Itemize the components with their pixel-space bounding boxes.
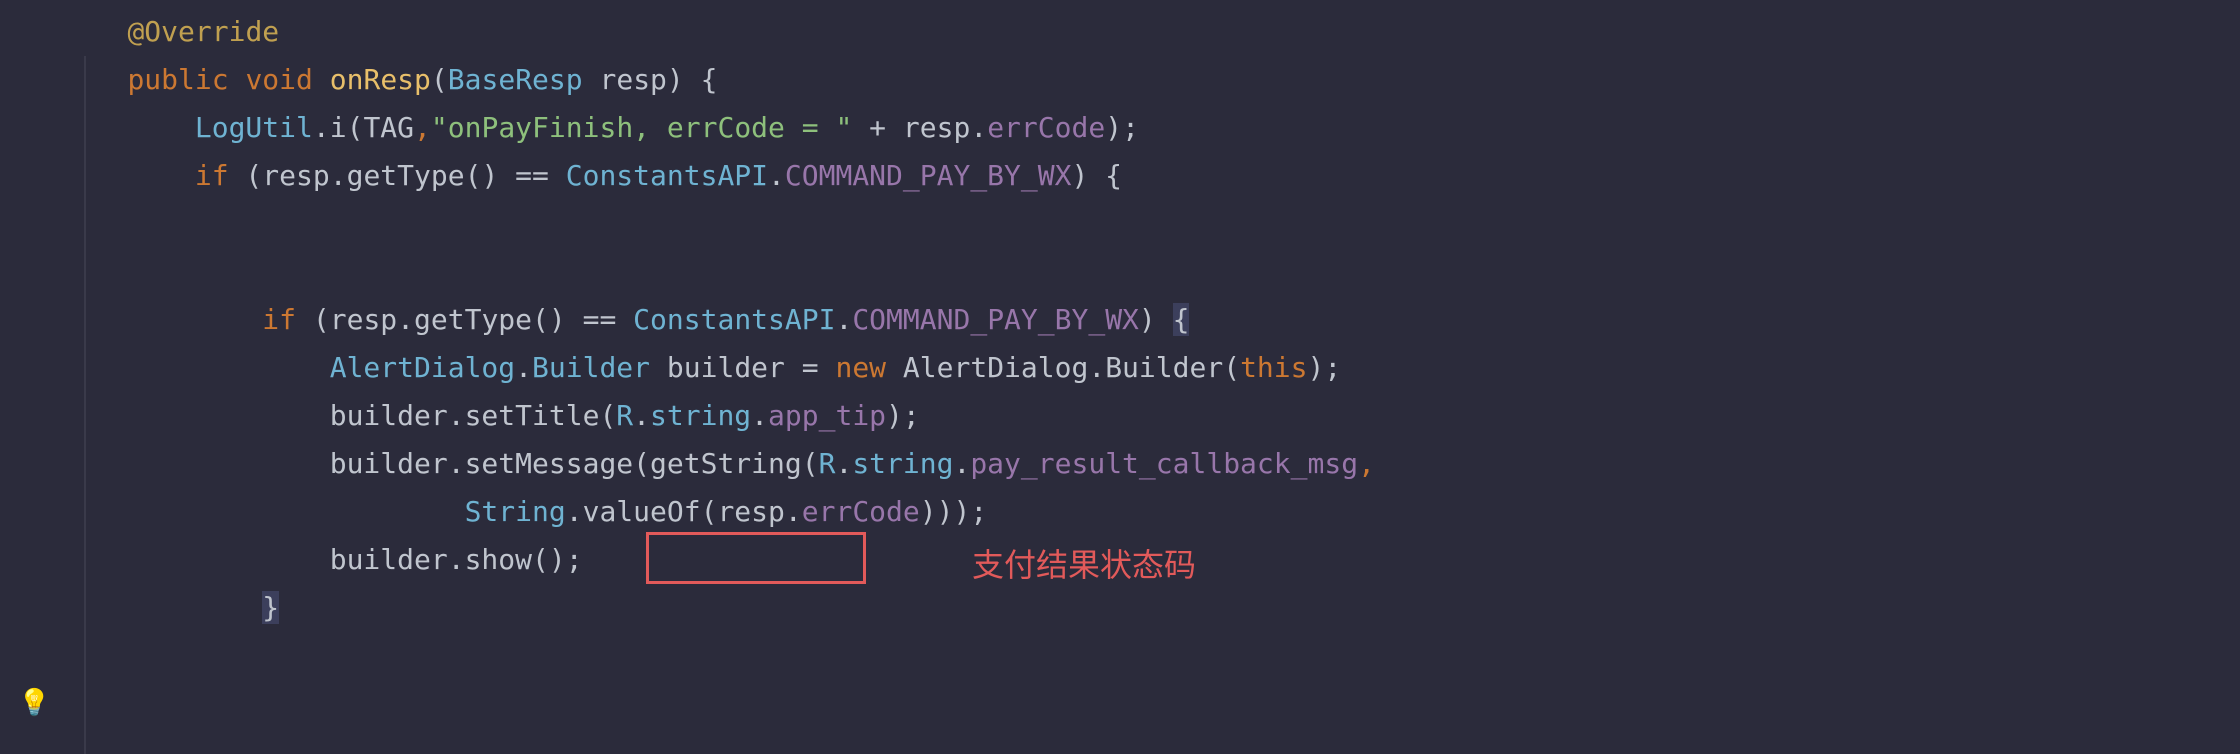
dot: . — [970, 111, 987, 144]
var-decl: builder = — [650, 351, 835, 384]
keyword-void: void — [245, 63, 312, 96]
code-area[interactable]: @Override public void onResp(BaseResp re… — [60, 0, 2240, 754]
keyword-new: new — [835, 351, 886, 384]
class-ref: ConstantsAPI — [633, 303, 835, 336]
brace-highlight: } — [262, 591, 279, 624]
paren: ( — [431, 63, 448, 96]
annotation: @Override — [127, 15, 279, 48]
dot: . — [835, 303, 852, 336]
code-line: @Override — [60, 8, 2240, 56]
constant-ref: COMMAND_PAY_BY_WX — [852, 303, 1139, 336]
ctor: Builder — [1105, 351, 1223, 384]
expr: (resp.getType() == — [229, 159, 566, 192]
line-end: ); — [1105, 111, 1139, 144]
dot: . — [515, 351, 532, 384]
class-ref: String — [465, 495, 566, 528]
code-line: AlertDialog.Builder builder = new AlertD… — [60, 344, 2240, 392]
field-ref: app_tip — [768, 399, 886, 432]
dot: . — [953, 447, 970, 480]
obj-ref: resp — [717, 495, 784, 528]
method-call: i( — [330, 111, 364, 144]
code-line: builder.setMessage(getString(R.string.pa… — [60, 440, 2240, 488]
code-line: LogUtil.i(TAG,"onPayFinish, errCode = " … — [60, 104, 2240, 152]
string-class: string — [852, 447, 953, 480]
dot: . — [835, 447, 852, 480]
field-ref: errCode — [987, 111, 1105, 144]
dot: . — [768, 159, 785, 192]
brace: { — [684, 63, 718, 96]
keyword-if: if — [195, 159, 229, 192]
paren: ) — [1139, 303, 1173, 336]
type-ref: AlertDialog — [330, 351, 515, 384]
r-class: R — [616, 399, 633, 432]
code-line-blank — [60, 200, 2240, 248]
keyword-if: if — [262, 303, 296, 336]
paren: ) — [667, 63, 684, 96]
param-name: resp — [583, 63, 667, 96]
comma: , — [1358, 447, 1375, 480]
expr: + resp — [852, 111, 970, 144]
dot: . — [751, 399, 768, 432]
keyword-this: this — [1240, 351, 1307, 384]
code-line: if (resp.getType() == ConstantsAPI.COMMA… — [60, 296, 2240, 344]
method-call: builder.setMessage(getString( — [330, 447, 819, 480]
field-ref: pay_result_callback_msg — [970, 447, 1358, 480]
class-ref: ConstantsAPI — [566, 159, 768, 192]
expr: (resp.getType() == — [296, 303, 633, 336]
lightbulb-icon[interactable]: 💡 — [18, 688, 50, 718]
param-type: BaseResp — [448, 63, 583, 96]
line-end: ) { — [1071, 159, 1122, 192]
keyword-public: public — [127, 63, 228, 96]
class-ref: LogUtil — [195, 111, 313, 144]
ctor: AlertDialog — [903, 351, 1088, 384]
paren: ( — [1223, 351, 1240, 384]
type-ref: Builder — [532, 351, 650, 384]
constant-ref: COMMAND_PAY_BY_WX — [785, 159, 1072, 192]
method-call: builder.show(); — [330, 543, 583, 576]
field-ref: errCode — [802, 495, 920, 528]
indent-guide — [84, 56, 86, 754]
comma: , — [414, 111, 431, 144]
string-literal: "onPayFinish, errCode = " — [431, 111, 852, 144]
dot: . — [633, 399, 650, 432]
method-call: builder.setTitle( — [330, 399, 617, 432]
gutter: 💡 — [0, 0, 60, 754]
method-name: onResp — [330, 63, 431, 96]
dot: . — [1088, 351, 1105, 384]
space — [886, 351, 903, 384]
code-line: public void onResp(BaseResp resp) { — [60, 56, 2240, 104]
code-line: String.valueOf(resp.errCode))); — [60, 488, 2240, 536]
r-class: R — [819, 447, 836, 480]
method-call: .valueOf( — [566, 495, 718, 528]
code-line: if (resp.getType() == ConstantsAPI.COMMA… — [60, 152, 2240, 200]
line-end: ))); — [920, 495, 987, 528]
code-line: } — [60, 584, 2240, 632]
annotation-label: 支付结果状态码 — [972, 540, 1196, 586]
dot: . — [785, 495, 802, 528]
string-class: string — [650, 399, 751, 432]
line-end: ); — [886, 399, 920, 432]
arg: TAG — [363, 111, 414, 144]
line-end: ); — [1308, 351, 1342, 384]
brace-highlight: { — [1173, 303, 1190, 336]
code-line: builder.setTitle(R.string.app_tip); — [60, 392, 2240, 440]
code-line-blank — [60, 248, 2240, 296]
code-editor[interactable]: 💡 @Override public void onResp(BaseResp … — [0, 0, 2240, 754]
dot: . — [313, 111, 330, 144]
